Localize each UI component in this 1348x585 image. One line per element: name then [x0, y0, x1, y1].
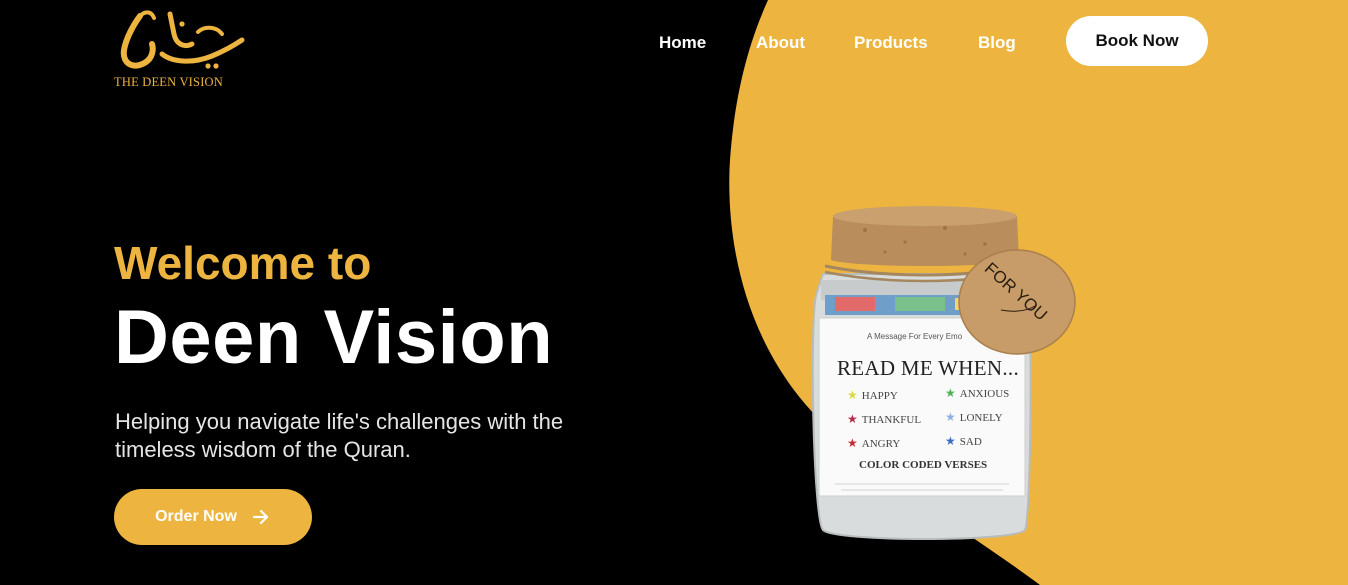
star-icon: ★ — [847, 436, 858, 450]
mood-label: THANKFUL — [861, 414, 922, 426]
order-now-label: Order Now — [155, 508, 237, 525]
mood-item: ★ ANGRY — [847, 436, 900, 451]
nav-link-blog[interactable]: Blog — [978, 33, 1016, 53]
mood-label: SAD — [959, 436, 982, 448]
star-icon: ★ — [945, 434, 956, 448]
hero-subtitle: Helping you navigate life's challenges w… — [115, 409, 564, 462]
jar-label-top: A Message For Every Emo — [867, 332, 963, 341]
mood-item: ★ ANXIOUS — [945, 386, 1009, 401]
nav-link-home[interactable]: Home — [659, 33, 706, 53]
star-icon: ★ — [945, 410, 956, 424]
mood-item: ★ HAPPY — [847, 388, 898, 403]
brand-name: THE DEEN VISION — [114, 75, 224, 89]
mood-label: HAPPY — [861, 390, 898, 402]
mood-item: ★ SAD — [945, 434, 982, 449]
hero-welcome-text: Welcome to — [114, 237, 372, 289]
mood-label: LONELY — [959, 412, 1003, 424]
main-nav: Home About Products Blog Book Now — [0, 16, 1348, 66]
jar-label-footer: COLOR CODED VERSES — [859, 459, 988, 471]
hero-title: Deen Vision — [114, 295, 554, 380]
product-jar-image: A Message For Every Emo READ ME WHEN... … — [795, 200, 1085, 550]
nav-link-about[interactable]: About — [756, 33, 805, 53]
star-icon: ★ — [945, 386, 956, 400]
order-now-button[interactable]: Order Now — [114, 489, 312, 545]
jar-label-main: READ ME WHEN... — [837, 356, 1020, 380]
mood-label: ANGRY — [861, 438, 901, 450]
mood-item: ★ LONELY — [945, 410, 1003, 425]
mood-item: ★ THANKFUL — [847, 412, 921, 427]
star-icon: ★ — [847, 412, 858, 426]
arrow-right-icon — [252, 509, 268, 525]
star-icon: ★ — [847, 388, 858, 402]
nav-link-products[interactable]: Products — [854, 33, 928, 53]
book-now-button[interactable]: Book Now — [1066, 16, 1208, 66]
mood-label: ANXIOUS — [959, 388, 1010, 400]
